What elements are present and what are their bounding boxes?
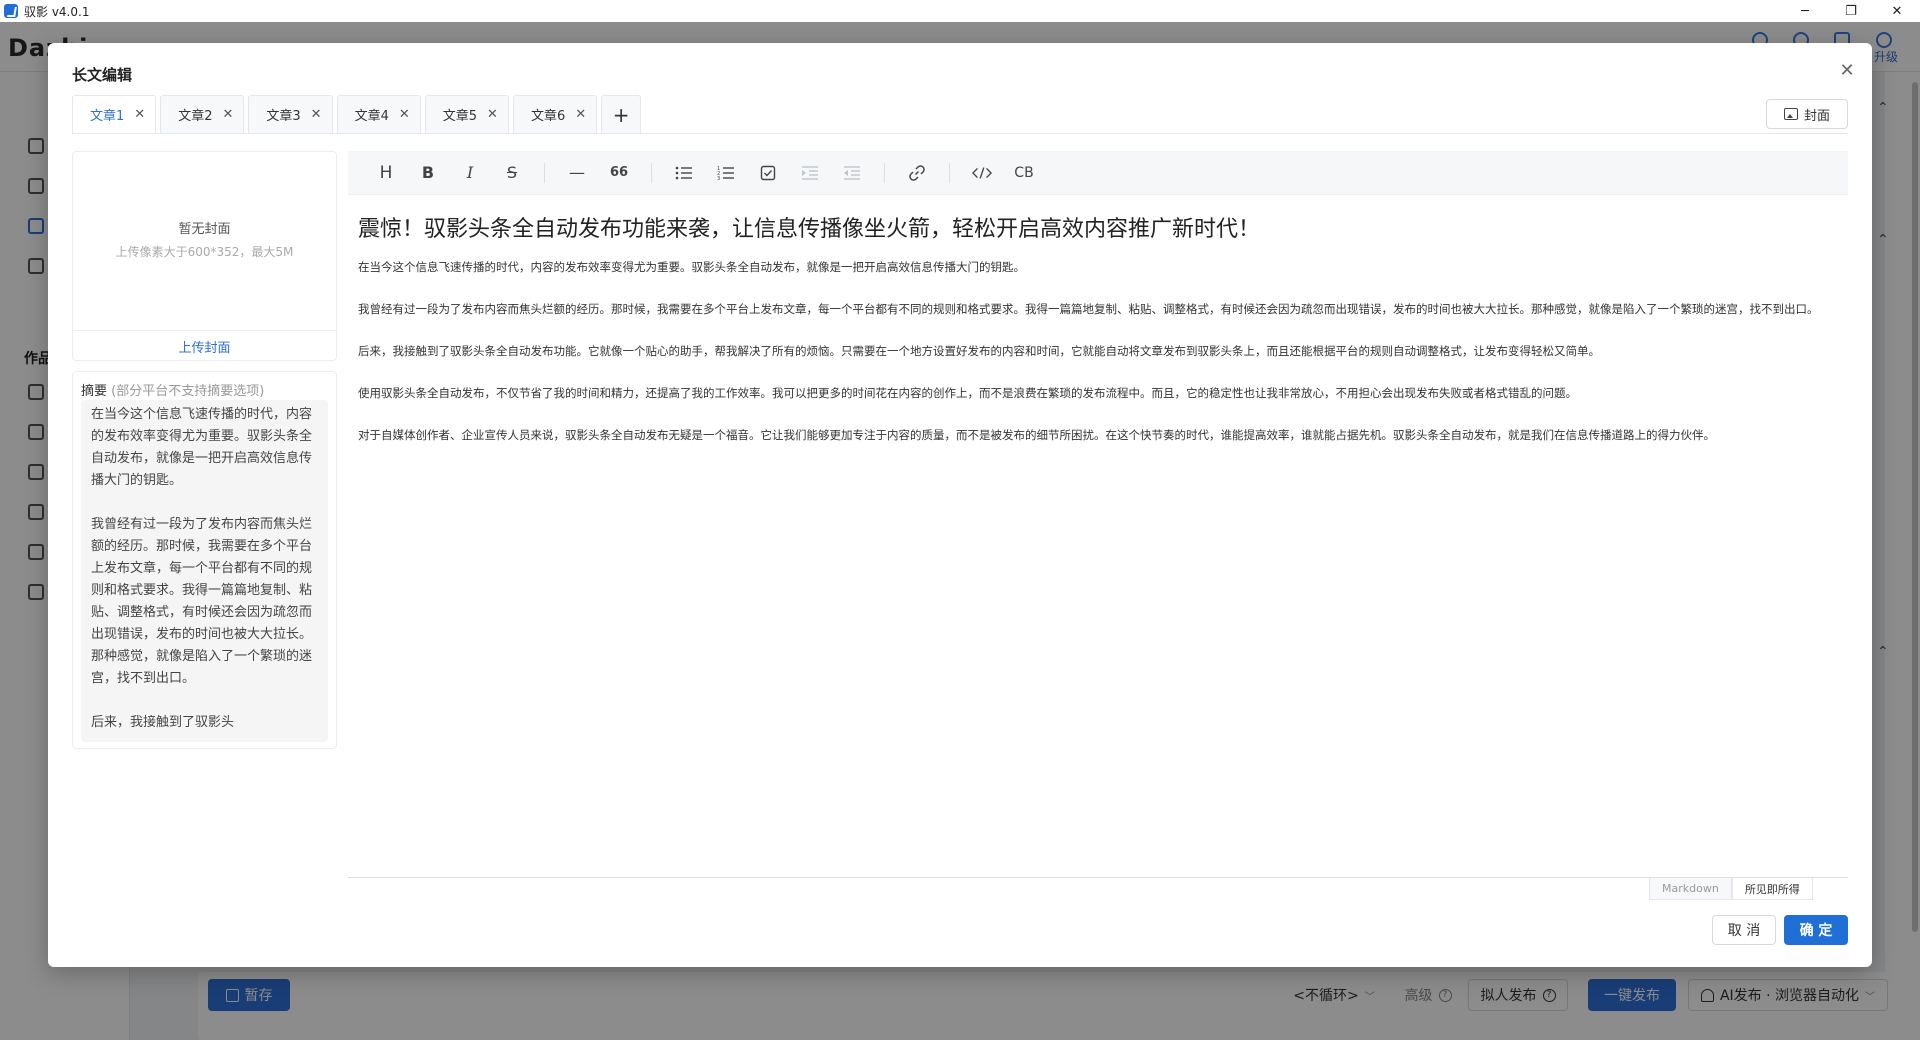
image-icon [1783, 108, 1798, 120]
article-paragraph[interactable]: 对于自媒体创作者、企业宣传人员来说，驭影头条全自动发布无疑是一个福音。它让我们能… [358, 425, 1838, 446]
outdent-button[interactable] [842, 163, 862, 183]
upload-cover-button[interactable]: 上传封面 [73, 330, 336, 361]
tab-article-4[interactable]: 文章4 ✕ [336, 95, 421, 133]
toolbar-separator [949, 162, 950, 183]
tab-label: 文章4 [354, 109, 389, 124]
tab-label: 文章5 [442, 109, 478, 124]
outdent-icon [844, 165, 860, 180]
bold-button[interactable]: B [418, 163, 438, 183]
editor-mode-switch: Markdown 所见即所得 [1649, 878, 1813, 900]
cover-empty-text: 暂无封面 [178, 222, 231, 237]
summary-title: 摘要 [81, 384, 108, 399]
close-tab-icon[interactable]: ✕ [487, 107, 498, 122]
article-paragraph[interactable]: 在当今这个信息飞速传播的时代，内容的发布效率变得尤为重要。驭影头条全自动发布，就… [358, 257, 1838, 278]
toolbar-separator [544, 162, 545, 183]
tab-article-2[interactable]: 文章2 ✕ [160, 95, 245, 133]
editor-toolbar: H B I S — 66 123 CB [348, 151, 1848, 195]
task-list-button[interactable] [758, 163, 778, 183]
close-icon: ✕ [1839, 59, 1855, 81]
close-tab-icon[interactable]: ✕ [399, 107, 410, 122]
svg-text:3: 3 [717, 176, 720, 181]
cover-hint: 上传像素大于600*352，最大5M [115, 245, 294, 259]
close-tab-icon[interactable]: ✕ [134, 107, 145, 122]
toolbar-separator [884, 162, 885, 183]
article-title[interactable]: 震惊！驭影头条全自动发布功能来袭，让信息传播像坐火箭，轻松开启高效内容推广新时代… [358, 213, 1838, 247]
tab-label: 文章2 [178, 109, 213, 124]
close-dialog-button[interactable]: ✕ [1836, 59, 1858, 81]
inline-code-button[interactable] [972, 163, 992, 183]
quote-button[interactable]: 66 [609, 163, 629, 183]
horizontal-rule-button[interactable]: — [567, 163, 587, 183]
tab-article-3[interactable]: 文章3 ✕ [248, 95, 333, 133]
bullet-list-button[interactable] [674, 163, 694, 183]
tabs-divider [72, 133, 1848, 134]
window-title: 驭影 v4.0.1 [24, 4, 90, 19]
minimize-button[interactable]: ─ [1782, 0, 1828, 22]
confirm-button[interactable]: 确 定 [1784, 915, 1848, 945]
code-block-button[interactable]: CB [1014, 163, 1034, 183]
summary-label: 摘要 (部分平台不支持摘要选项) [81, 380, 264, 399]
close-tab-icon[interactable]: ✕ [575, 107, 586, 122]
horizontal-rule-icon: — [569, 163, 585, 182]
window-title-bar: 驭影 v4.0.1 ─ ❐ ✕ [0, 0, 1920, 22]
tab-label: 文章1 [90, 109, 125, 124]
strikethrough-button[interactable]: S [502, 163, 522, 183]
close-tab-icon[interactable]: ✕ [222, 107, 233, 122]
editor-bottom-border [348, 877, 1848, 878]
link-icon [909, 164, 925, 181]
cover-panel: 暂无封面 上传像素大于600*352，最大5M 上传封面 [72, 151, 337, 361]
checkbox-icon [760, 165, 776, 180]
bullet-list-icon [675, 166, 692, 179]
indent-icon [802, 165, 818, 180]
add-tab-button[interactable]: + [601, 95, 642, 133]
long-article-editor-dialog: 长文编辑 ✕ 文章1 ✕ 文章2 ✕ 文章3 ✕ 文章4 ✕ 文章5 ✕ 文章6… [48, 43, 1872, 967]
article-paragraph[interactable]: 使用驭影头条全自动发布，不仅节省了我的时间和精力，还提高了我的工作效率。我可以把… [358, 383, 1838, 404]
markdown-mode-tab[interactable]: Markdown [1649, 878, 1732, 900]
tab-article-5[interactable]: 文章5 ✕ [424, 95, 509, 133]
wysiwyg-mode-tab[interactable]: 所见即所得 [1731, 878, 1813, 900]
indent-button[interactable] [800, 163, 820, 183]
tab-label: 文章3 [266, 109, 301, 124]
summary-note: (部分平台不支持摘要选项) [111, 384, 265, 399]
cover-button-label: 封面 [1803, 108, 1830, 124]
italic-button[interactable]: I [460, 163, 480, 183]
window-controls: ─ ❐ ✕ [1782, 0, 1920, 22]
summary-textarea[interactable]: 在当今这个信息飞速传播的时代，内容的发布效率变得尤为重要。驭影头条全自动发布，就… [81, 400, 328, 742]
close-window-button[interactable]: ✕ [1874, 0, 1920, 22]
ordered-list-icon: 123 [717, 166, 734, 181]
article-tabs: 文章1 ✕ 文章2 ✕ 文章3 ✕ 文章4 ✕ 文章5 ✕ 文章6 ✕ + [72, 95, 642, 133]
editor-content[interactable]: 震惊！驭影头条全自动发布功能来袭，让信息传播像坐火箭，轻松开启高效内容推广新时代… [348, 201, 1848, 921]
tab-label: 文章6 [530, 109, 566, 124]
toolbar-separator [651, 162, 652, 183]
close-tab-icon[interactable]: ✕ [311, 107, 322, 122]
heading-button[interactable]: H [376, 163, 396, 183]
ordered-list-button[interactable]: 123 [716, 163, 736, 183]
article-paragraph[interactable]: 后来，我接触到了驭影头条全自动发布功能。它就像一个贴心的助手，帮我解决了所有的烦… [358, 341, 1838, 362]
link-button[interactable] [907, 163, 927, 183]
app-logo-icon [4, 4, 18, 18]
code-icon [972, 166, 992, 179]
dialog-title: 长文编辑 [72, 66, 133, 84]
summary-panel: 摘要 (部分平台不支持摘要选项) 在当今这个信息飞速传播的时代，内容的发布效率变… [72, 371, 337, 749]
cancel-button[interactable]: 取 消 [1712, 915, 1776, 945]
cover-button[interactable]: 封面 [1766, 99, 1848, 129]
tab-article-1[interactable]: 文章1 ✕ [72, 95, 157, 133]
tab-article-6[interactable]: 文章6 ✕ [512, 95, 598, 133]
restore-button[interactable]: ❐ [1828, 0, 1874, 22]
article-paragraph[interactable]: 我曾经有过一段为了发布内容而焦头烂额的经历。那时候，我需要在多个平台上发布文章，… [358, 299, 1838, 320]
